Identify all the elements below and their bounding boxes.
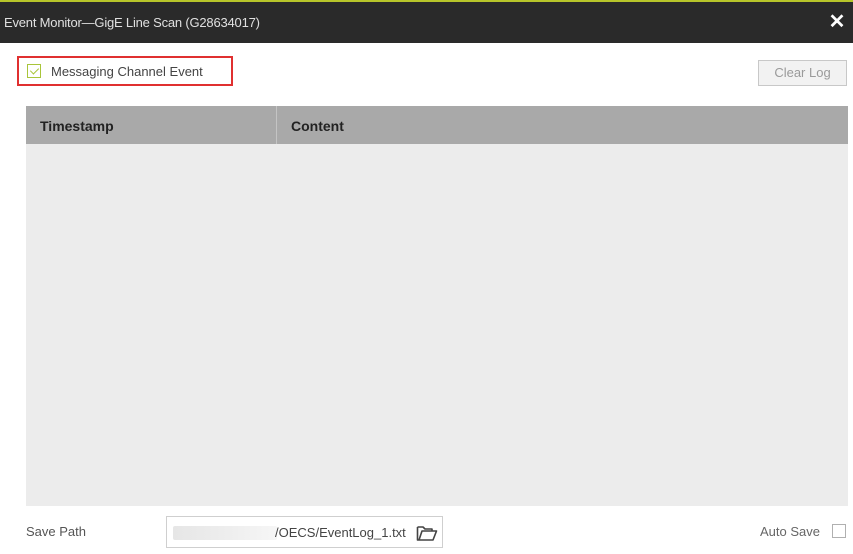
save-path-field[interactable]: /OECS/EventLog_1.txt bbox=[166, 516, 443, 548]
save-path-value: /OECS/EventLog_1.txt bbox=[275, 525, 406, 540]
close-icon[interactable]: ✕ bbox=[827, 11, 847, 33]
clear-log-button[interactable]: Clear Log bbox=[758, 60, 847, 86]
redacted-path-segment bbox=[173, 526, 277, 540]
save-path-label: Save Path bbox=[26, 524, 86, 539]
messaging-channel-event-label[interactable]: Messaging Channel Event bbox=[51, 64, 203, 79]
auto-save-checkbox[interactable] bbox=[832, 524, 846, 538]
window-title: Event Monitor—GigE Line Scan (G28634017) bbox=[4, 15, 260, 30]
column-header-timestamp[interactable]: Timestamp bbox=[40, 106, 114, 144]
table-header: Timestamp Content bbox=[26, 106, 848, 144]
column-header-content[interactable]: Content bbox=[291, 106, 344, 144]
messaging-channel-event-checkbox[interactable] bbox=[27, 64, 41, 78]
column-divider[interactable] bbox=[276, 106, 277, 144]
title-bar: Event Monitor—GigE Line Scan (G28634017)… bbox=[0, 0, 853, 43]
checkmark-icon bbox=[29, 65, 40, 75]
folder-open-icon[interactable] bbox=[416, 524, 438, 542]
event-log-table[interactable]: Timestamp Content bbox=[26, 106, 848, 506]
auto-save-label: Auto Save bbox=[760, 524, 820, 539]
